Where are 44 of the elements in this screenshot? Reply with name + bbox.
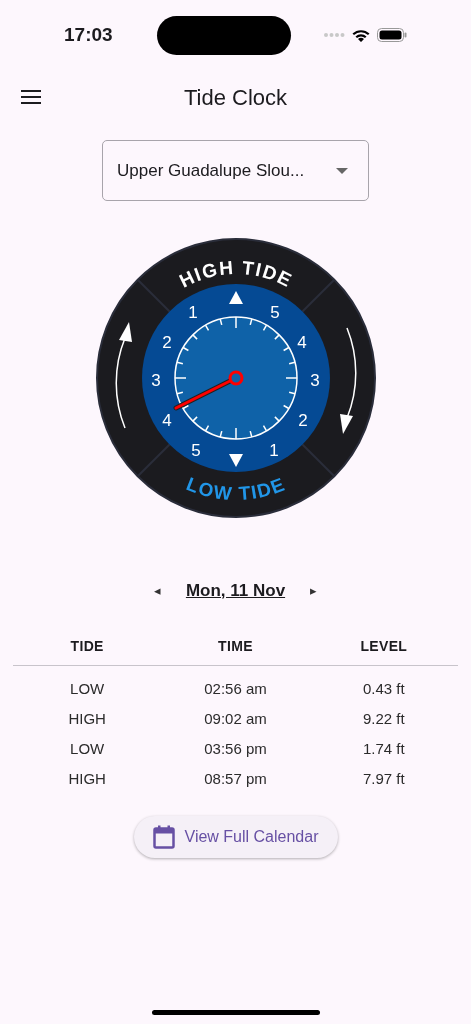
dial-number: 5 [190, 441, 201, 460]
table-cell-text: 7.97 ft [361, 769, 406, 790]
location-dropdown[interactable]: Upper Guadalupe Slou... [102, 140, 369, 201]
column-header: TIME [217, 636, 254, 656]
next-day-button[interactable]: ▸ [303, 581, 324, 601]
column-header: TIDE [69, 636, 105, 656]
table-cell-text: 1.74 ft [361, 739, 406, 760]
dial-number: 3 [150, 371, 161, 390]
triangle-icon [228, 291, 243, 304]
signal-icon [323, 32, 345, 38]
dial-number: 1 [268, 441, 279, 460]
calendar-icon [152, 824, 175, 849]
dial-number: 4 [296, 333, 307, 352]
menu-icon [20, 89, 42, 105]
date-link[interactable]: Mon, 11 Nov [185, 578, 286, 604]
view-calendar-button[interactable]: View Full Calendar [133, 815, 338, 858]
dial-number: 5 [269, 303, 280, 322]
dial-number: 3 [309, 371, 320, 390]
table-cell-text: 03:56 pm [203, 739, 268, 760]
dropdown-caret-icon [336, 167, 348, 174]
table-cell-text: LOW [69, 679, 106, 700]
table-cell-text: 09:02 am [203, 709, 268, 730]
dial-number: 4 [161, 411, 172, 430]
high-tide-label: HIGH TIDE [175, 256, 296, 292]
dial-number: 1 [187, 303, 198, 322]
table-cell-text: 02:56 am [203, 679, 268, 700]
table-cell-text: 0.43 ft [361, 679, 406, 700]
status-time: 17:03 [64, 22, 114, 47]
triangle-icon [228, 454, 243, 467]
column-header: LEVEL [359, 636, 409, 656]
table-cell-text: LOW [69, 739, 106, 760]
table-cell-text: 9.22 ft [361, 709, 406, 730]
table-cell-text: 08:57 pm [203, 769, 268, 790]
arrow-icon [339, 327, 356, 434]
dial-number: 2 [297, 411, 308, 430]
dial-number: 2 [161, 333, 172, 352]
table-cell-text: HIGH [67, 709, 107, 730]
app-title: Tide Clock [183, 83, 288, 112]
previous-day-button[interactable]: ◂ [147, 581, 168, 601]
low-tide-label: LOW TIDE [183, 473, 288, 505]
table-cell-text: HIGH [67, 769, 107, 790]
battery-icon [377, 28, 407, 42]
arrow-icon [115, 322, 132, 429]
wifi-icon [351, 27, 371, 43]
